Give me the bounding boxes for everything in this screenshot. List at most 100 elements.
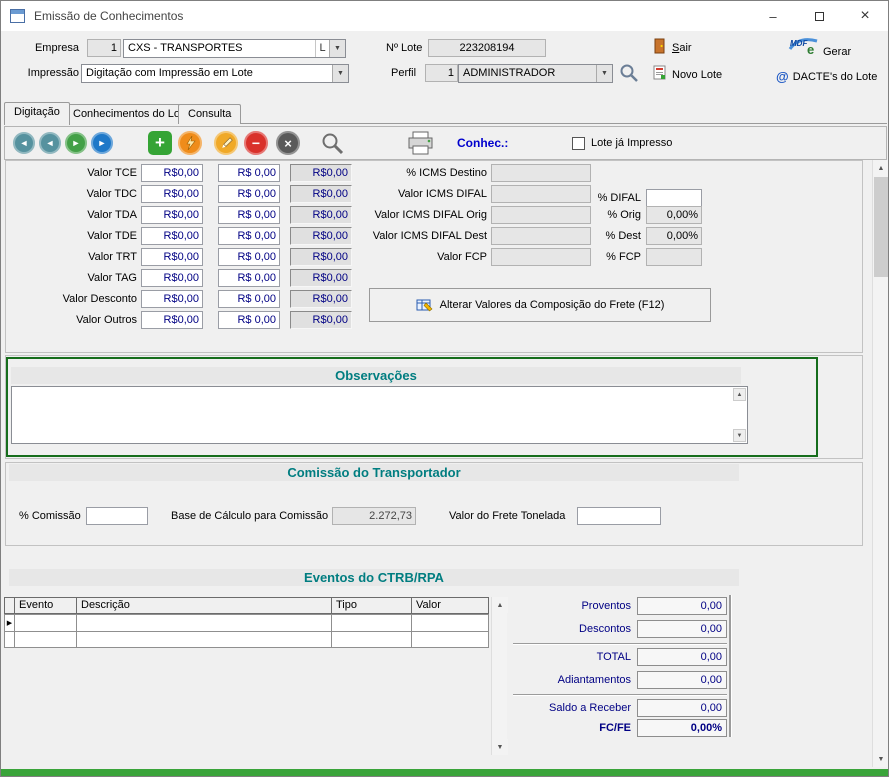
difal-pct-field[interactable]	[646, 189, 702, 207]
valor-outros-field-2[interactable]: R$ 0,00	[218, 311, 280, 329]
grid-cell-tipo[interactable]	[331, 631, 412, 648]
scroll-up-icon[interactable]: ▲	[733, 388, 746, 401]
dest-pct-field: 0,00%	[646, 227, 702, 245]
search-icon	[321, 132, 344, 155]
novo-lote-button[interactable]: Novo Lote	[653, 65, 722, 84]
valor-desconto-field-1[interactable]: R$0,00	[141, 290, 203, 308]
valor-tda-field-1[interactable]: R$0,00	[141, 206, 203, 224]
valor-fcp-label: Valor FCP	[357, 251, 487, 263]
valor-trt-label: Valor TRT	[31, 251, 137, 263]
icms-difal-dest-field	[491, 227, 591, 245]
last-record-icon[interactable]: ►	[91, 132, 113, 154]
perfil-combo[interactable]: ADMINISTRADOR ▼	[458, 64, 613, 83]
search-record-button[interactable]	[321, 132, 344, 158]
minimize-button[interactable]: –	[750, 1, 796, 31]
grid-header-evento[interactable]: Evento	[14, 597, 77, 614]
icms-destino-label: % ICMS Destino	[357, 167, 487, 179]
total-label: TOTAL	[501, 651, 631, 663]
edit-button[interactable]	[214, 131, 238, 155]
dacte-button[interactable]: @ DACTE's do Lote	[776, 69, 877, 84]
scroll-down-icon[interactable]: ▼	[492, 739, 508, 755]
grid-cell-valor[interactable]	[411, 614, 489, 632]
grid-cell-evento[interactable]	[14, 614, 77, 632]
chevron-down-icon[interactable]: ▼	[596, 65, 612, 82]
observacoes-title: Observações	[11, 367, 741, 384]
valor-tde-field-2[interactable]: R$ 0,00	[218, 227, 280, 245]
valor-trt-field-1[interactable]: R$0,00	[141, 248, 203, 266]
grid-cell-descricao[interactable]	[76, 614, 332, 632]
previous-record-icon[interactable]: ◄	[39, 132, 61, 154]
comissao-pct-field[interactable]	[86, 507, 148, 525]
proventos-value: 0,00	[637, 597, 727, 615]
adiantamentos-label: Adiantamentos	[501, 674, 631, 686]
fcfe-label: FC/FE	[501, 722, 631, 734]
valor-tce-label: Valor TCE	[31, 167, 137, 179]
empresa-combo[interactable]: CXS - TRANSPORTES L ▼	[123, 39, 346, 58]
plus-icon: +	[155, 133, 165, 153]
main-scrollbar[interactable]: ▲ ▼	[872, 160, 888, 767]
sair-button[interactable]: Sair	[653, 38, 692, 57]
valor-tdc-field-2[interactable]: R$ 0,00	[218, 185, 280, 203]
tab-conhecimentos-label: Conhecimentos do Lote	[73, 108, 189, 120]
valor-tce-field-1[interactable]: R$0,00	[141, 164, 203, 182]
chevron-down-icon[interactable]: ▼	[332, 65, 348, 82]
valor-desconto-field-2[interactable]: R$ 0,00	[218, 290, 280, 308]
maximize-button[interactable]	[796, 1, 842, 31]
next-record-icon[interactable]: ►	[65, 132, 87, 154]
chevron-down-icon[interactable]: ▼	[329, 40, 345, 57]
perfil-search-icon[interactable]	[619, 63, 639, 86]
grid-header-descricao[interactable]: Descrição	[76, 597, 332, 614]
impressao-combo-value: Digitação com Impressão em Lote	[82, 65, 332, 82]
descontos-value: 0,00	[637, 620, 727, 638]
grid-cell-descricao[interactable]	[76, 631, 332, 648]
descontos-label: Descontos	[501, 623, 631, 635]
empresa-code-field[interactable]: 1	[87, 39, 121, 57]
proventos-label: Proventos	[501, 600, 631, 612]
grid-cell-evento[interactable]	[14, 631, 77, 648]
perfil-code-field[interactable]: 1	[425, 64, 458, 82]
lightning-icon	[185, 136, 196, 150]
lote-ja-impresso-checkbox[interactable]	[572, 137, 585, 150]
gerar-button[interactable]: MDF e Gerar	[787, 33, 851, 60]
scroll-down-icon[interactable]: ▼	[733, 429, 746, 442]
scroll-down-icon[interactable]: ▼	[873, 751, 889, 767]
add-record-button[interactable]: +	[148, 131, 172, 155]
valor-tce-field-2[interactable]: R$ 0,00	[218, 164, 280, 182]
valor-tda-label: Valor TDA	[31, 209, 137, 221]
grid-cell-valor[interactable]	[411, 631, 489, 648]
minus-icon: −	[252, 135, 260, 151]
frete-tonelada-field[interactable]	[577, 507, 661, 525]
grid-header-tipo[interactable]: Tipo	[331, 597, 412, 614]
delete-button[interactable]: −	[244, 131, 268, 155]
valor-tdc-field-1[interactable]: R$0,00	[141, 185, 203, 203]
grid-header-valor[interactable]: Valor	[411, 597, 489, 614]
tab-digitacao[interactable]: Digitação	[4, 102, 70, 125]
observacoes-textarea[interactable]: ▲ ▼	[11, 386, 748, 444]
edit-table-icon	[416, 298, 433, 312]
tab-consulta[interactable]: Consulta	[178, 104, 241, 124]
valor-trt-field-2[interactable]: R$ 0,00	[218, 248, 280, 266]
alterar-composicao-button[interactable]: Alterar Valores da Composição do Frete (…	[369, 288, 711, 322]
impressao-combo[interactable]: Digitação com Impressão em Lote ▼	[81, 64, 349, 83]
cancel-button[interactable]: ×	[276, 131, 300, 155]
lote-field[interactable]: 223208194	[428, 39, 546, 57]
alterar-composicao-label: Alterar Valores da Composição do Frete (…	[440, 299, 665, 311]
valor-outros-field-3: R$0,00	[290, 311, 352, 329]
first-record-icon[interactable]: ◄	[13, 132, 35, 154]
valor-tde-field-1[interactable]: R$0,00	[141, 227, 203, 245]
lightning-button[interactable]	[178, 131, 202, 155]
valor-tag-field-2[interactable]: R$ 0,00	[218, 269, 280, 287]
scroll-up-icon[interactable]: ▲	[873, 160, 889, 176]
fcfe-value: 0,00%	[637, 719, 727, 737]
grid-cell-tipo[interactable]	[331, 614, 412, 632]
valor-tce-field-3: R$0,00	[290, 164, 352, 182]
valor-outros-field-1[interactable]: R$0,00	[141, 311, 203, 329]
svg-text:MDF: MDF	[790, 39, 808, 48]
valor-tag-field-1[interactable]: R$0,00	[141, 269, 203, 287]
valor-outros-label: Valor Outros	[31, 314, 137, 326]
valor-tda-field-2[interactable]: R$ 0,00	[218, 206, 280, 224]
close-button[interactable]: ×	[842, 1, 888, 31]
orig-pct-field: 0,00%	[646, 206, 702, 224]
print-button[interactable]	[407, 131, 434, 158]
scrollbar-thumb[interactable]	[874, 177, 888, 277]
